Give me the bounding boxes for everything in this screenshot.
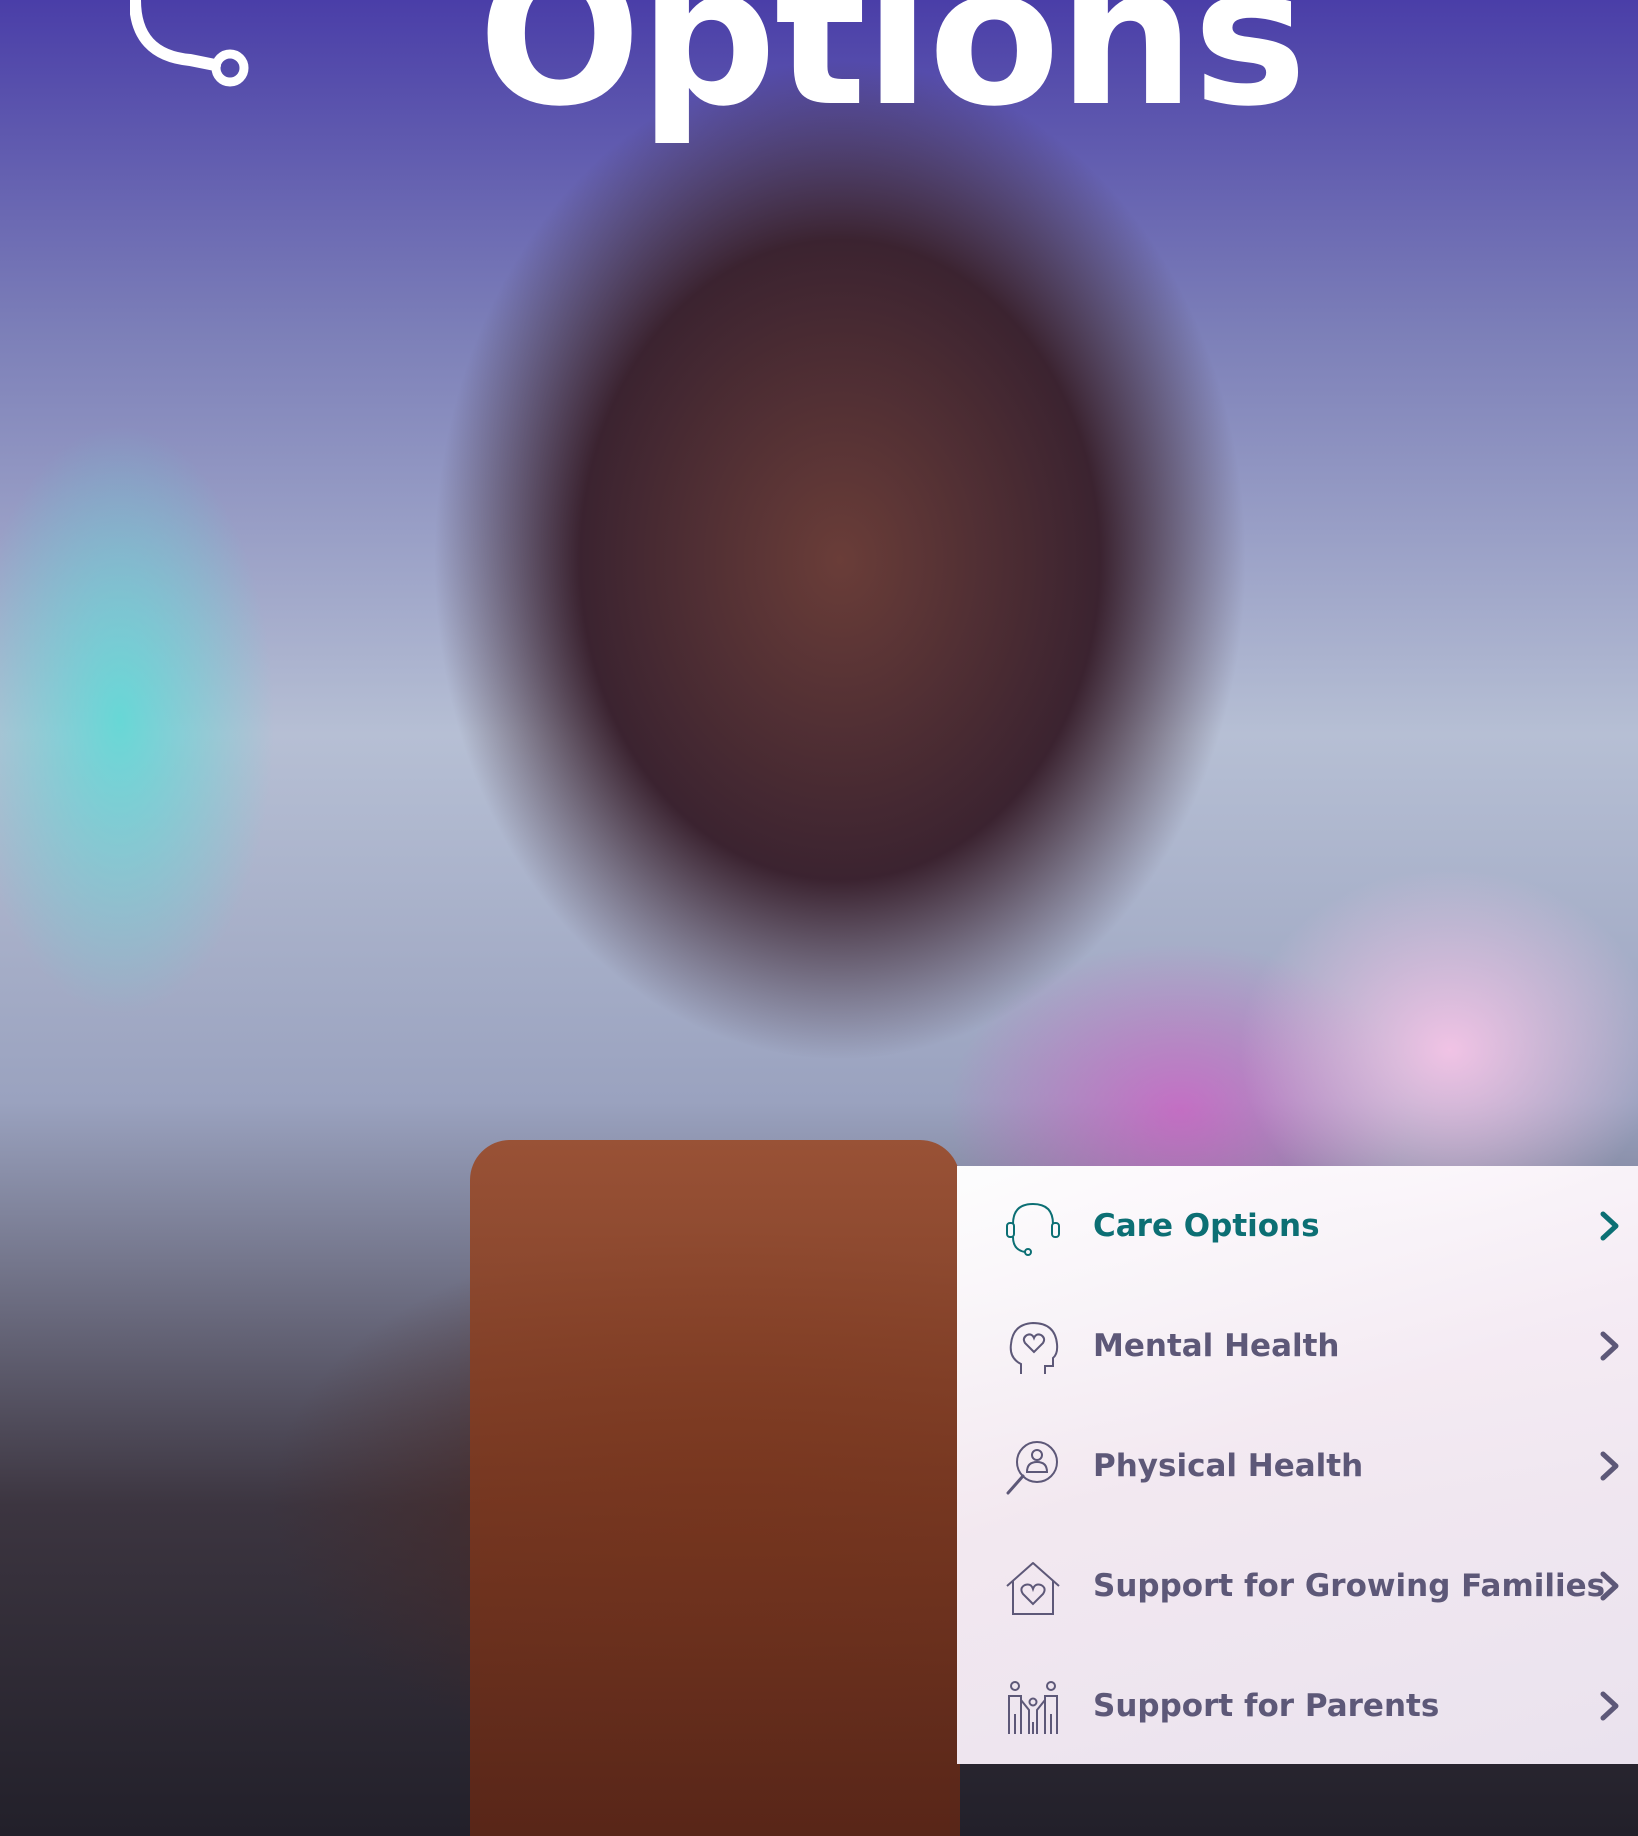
chevron-right-icon: [1600, 1691, 1619, 1721]
chevron-right-icon: [1600, 1331, 1619, 1361]
menu-item-care-options[interactable]: Care Options: [957, 1166, 1638, 1286]
headset-icon: [1006, 1202, 1060, 1256]
menu-item-label: Physical Health: [1093, 1448, 1364, 1484]
care-options-menu: Care Options Mental Health Physical Heal…: [957, 1166, 1638, 1764]
head-heart-icon: [1009, 1321, 1059, 1374]
menu-item-label: Care Options: [1093, 1208, 1320, 1244]
menu-item-physical-health[interactable]: Physical Health: [957, 1406, 1638, 1526]
page-title: Options: [478, 0, 1307, 149]
menu-item-support-growing-families[interactable]: Support for Growing Families: [957, 1526, 1638, 1646]
magnifier-person-icon: [1006, 1441, 1058, 1495]
chevron-right-icon: [1600, 1211, 1619, 1241]
menu-item-label: Mental Health: [1093, 1328, 1340, 1364]
parent-child-icon: [1008, 1681, 1058, 1734]
menu-item-label: Support for Growing Families: [1093, 1568, 1606, 1604]
menu-item-mental-health[interactable]: Mental Health: [957, 1286, 1638, 1406]
phone-shape: [470, 1140, 960, 1836]
chevron-right-icon: [1600, 1571, 1619, 1601]
house-heart-icon: [1006, 1562, 1060, 1615]
headset-icon: [130, 0, 249, 87]
menu-item-label: Support for Parents: [1093, 1688, 1440, 1724]
chevron-right-icon: [1600, 1451, 1619, 1481]
menu-item-support-parents[interactable]: Support for Parents: [957, 1646, 1638, 1766]
